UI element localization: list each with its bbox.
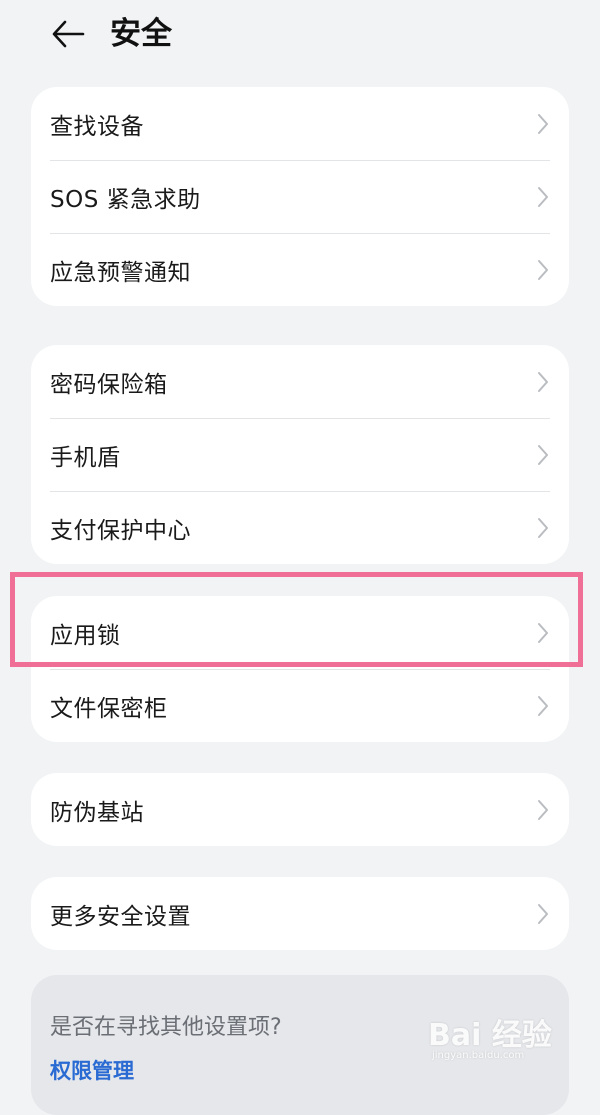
settings-item-label: 更多安全设置 xyxy=(50,903,191,930)
chevron-right-icon xyxy=(538,371,548,392)
watermark-logo: Bai 经验 xyxy=(428,1018,552,1053)
chevron-right-icon xyxy=(538,259,548,280)
settings-item-label: 查找设备 xyxy=(50,113,144,140)
settings-item-more-security[interactable]: 更多安全设置 xyxy=(31,877,569,950)
settings-item-find-device[interactable]: 查找设备 xyxy=(31,87,569,160)
settings-item-file-safe[interactable]: 文件保密柜 xyxy=(31,669,569,742)
settings-item-app-lock[interactable]: 应用锁 xyxy=(31,596,569,669)
chevron-right-icon xyxy=(538,186,548,207)
settings-item-phone-shield[interactable]: 手机盾 xyxy=(31,418,569,491)
chevron-right-icon xyxy=(538,622,548,643)
permission-management-link[interactable]: 权限管理 xyxy=(50,1055,134,1085)
settings-item-label: 支付保护中心 xyxy=(50,517,191,544)
chevron-right-icon xyxy=(538,444,548,465)
chevron-right-icon xyxy=(538,517,548,538)
settings-item-label: 应用锁 xyxy=(50,622,121,649)
arrow-left-icon xyxy=(52,20,85,48)
settings-group-4: 防伪基站 xyxy=(31,773,569,846)
settings-item-label: 文件保密柜 xyxy=(50,695,168,722)
baidu-watermark: Bai 经验 jingyan.baidu.com xyxy=(428,1000,578,1070)
settings-group-1: 查找设备 SOS 紧急求助 应急预警通知 xyxy=(31,87,569,306)
settings-item-password-vault[interactable]: 密码保险箱 xyxy=(31,345,569,418)
watermark-url: jingyan.baidu.com xyxy=(432,1050,525,1061)
suggestion-question: 是否在寻找其他设置项? xyxy=(50,1015,282,1040)
chevron-right-icon xyxy=(538,799,548,820)
settings-group-5: 更多安全设置 xyxy=(31,877,569,950)
top-app-bar: 安全 xyxy=(0,0,600,70)
chevron-right-icon xyxy=(538,903,548,924)
chevron-right-icon xyxy=(538,113,548,134)
settings-item-emergency-alerts[interactable]: 应急预警通知 xyxy=(31,233,569,306)
page-title: 安全 xyxy=(110,16,172,52)
settings-item-label: 密码保险箱 xyxy=(50,371,168,398)
settings-group-2: 密码保险箱 手机盾 支付保护中心 xyxy=(31,345,569,564)
settings-item-sos[interactable]: SOS 紧急求助 xyxy=(31,160,569,233)
settings-item-label: SOS 紧急求助 xyxy=(50,186,201,213)
settings-item-label: 手机盾 xyxy=(50,444,121,471)
settings-item-payment-protection[interactable]: 支付保护中心 xyxy=(31,491,569,564)
back-button[interactable] xyxy=(46,14,90,54)
chevron-right-icon xyxy=(538,695,548,716)
settings-item-fake-base-station[interactable]: 防伪基站 xyxy=(31,773,569,846)
settings-item-label: 应急预警通知 xyxy=(50,259,191,286)
settings-group-3: 应用锁 文件保密柜 xyxy=(31,596,569,742)
settings-item-label: 防伪基站 xyxy=(50,799,144,826)
